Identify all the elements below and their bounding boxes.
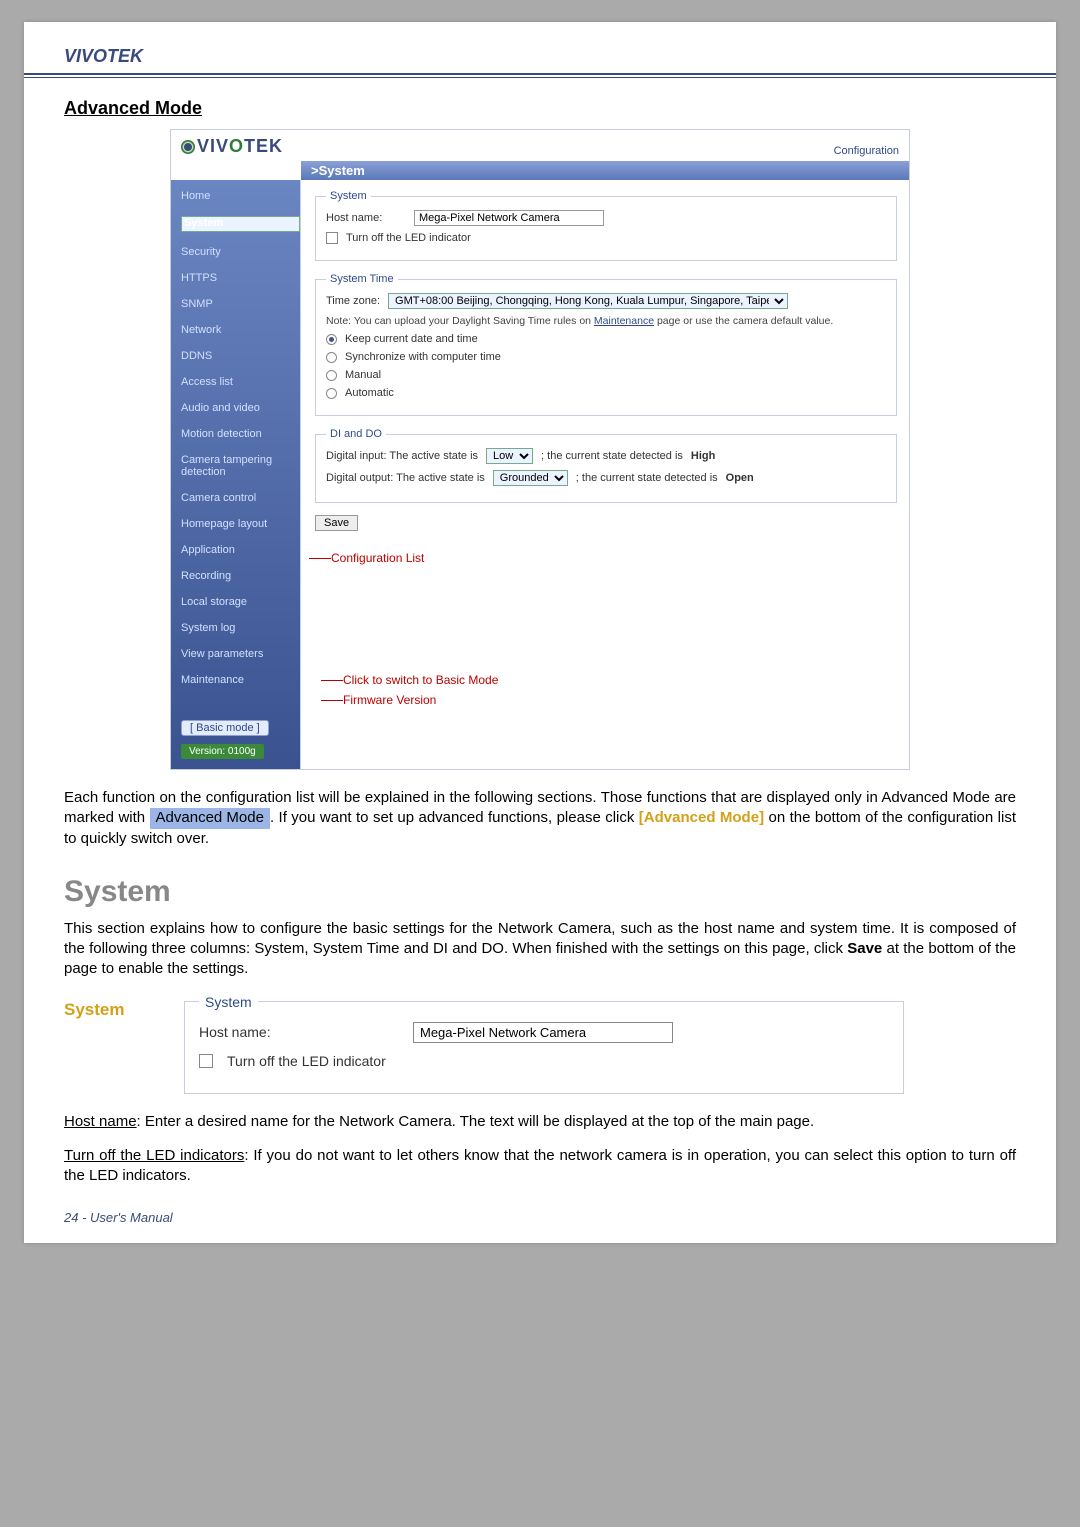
configuration-link[interactable]: Configuration bbox=[834, 145, 899, 157]
config-screenshot: VIVOTEK Configuration >System Home Syste… bbox=[170, 129, 910, 770]
sidebar-item-audio-video[interactable]: Audio and video bbox=[181, 402, 300, 414]
sidebar-item-local-storage[interactable]: Local storage bbox=[181, 596, 300, 608]
dido-fieldset: DI and DO Digital input: The active stat… bbox=[315, 428, 897, 503]
hostname-input-2[interactable] bbox=[413, 1022, 673, 1043]
do-select[interactable]: Grounded bbox=[493, 470, 568, 486]
radio-auto-label: Automatic bbox=[345, 387, 394, 399]
led-label: Turn off the LED indicator bbox=[346, 232, 471, 244]
dst-note-pre: Note: You can upload your Daylight Savin… bbox=[326, 315, 594, 327]
system-panel-legend: System bbox=[199, 994, 258, 1010]
sidebar-item-ddns[interactable]: DDNS bbox=[181, 350, 300, 362]
logo-eye-icon bbox=[181, 140, 195, 154]
di-select[interactable]: Low bbox=[486, 448, 533, 464]
sidebar-item-snmp[interactable]: SNMP bbox=[181, 298, 300, 310]
sidebar-item-home[interactable]: Home bbox=[181, 190, 300, 202]
led-checkbox-2[interactable] bbox=[199, 1054, 213, 1068]
sidebar-item-homepage-layout[interactable]: Homepage layout bbox=[181, 518, 300, 530]
logo-text: VIVOTEK bbox=[197, 136, 283, 157]
led-label-2: Turn off the LED indicator bbox=[227, 1053, 386, 1069]
para-system-desc: This section explains how to configure t… bbox=[64, 919, 1016, 980]
sidebar-item-system[interactable]: System bbox=[181, 216, 300, 232]
system-fieldset: System Host name: Turn off the LED indic… bbox=[315, 190, 897, 261]
tz-label: Time zone: bbox=[326, 295, 380, 307]
para-intro: Each function on the configuration list … bbox=[64, 788, 1016, 849]
annot-firmware: Firmware Version bbox=[343, 693, 436, 707]
sidebar-item-tampering[interactable]: Camera tampering detection bbox=[181, 454, 300, 478]
sidebar-item-maintenance[interactable]: Maintenance bbox=[181, 674, 300, 686]
di-pre: Digital input: The active state is bbox=[326, 450, 478, 462]
system-time-legend: System Time bbox=[326, 273, 398, 285]
maintenance-link[interactable]: Maintenance bbox=[594, 315, 654, 327]
system-title-bar: >System bbox=[301, 161, 909, 180]
basic-mode-button[interactable]: [ Basic mode ] bbox=[181, 720, 269, 736]
tz-select[interactable]: GMT+08:00 Beijing, Chongqing, Hong Kong,… bbox=[388, 293, 788, 309]
advanced-mode-pill: Advanced Mode bbox=[150, 808, 270, 828]
system-legend: System bbox=[326, 190, 371, 202]
brand-header: VIVOTEK bbox=[24, 46, 1056, 75]
radio-auto[interactable] bbox=[326, 388, 337, 399]
annot-basic-mode: Click to switch to Basic Mode bbox=[343, 673, 498, 687]
vivotek-logo: VIVOTEK bbox=[181, 136, 283, 157]
radio-sync-label: Synchronize with computer time bbox=[345, 351, 501, 363]
radio-keep-label: Keep current date and time bbox=[345, 333, 478, 345]
config-sidebar: Home System Security HTTPS SNMP Network … bbox=[171, 180, 301, 769]
hostname-label: Host name: bbox=[326, 212, 406, 224]
para-led: Turn off the LED indicators: If you do n… bbox=[64, 1146, 1016, 1187]
save-button[interactable]: Save bbox=[315, 515, 358, 531]
system-panel: System Host name: Turn off the LED indic… bbox=[184, 994, 904, 1094]
system-heading: System bbox=[64, 875, 1016, 909]
para-hostname: Host name: Enter a desired name for the … bbox=[64, 1112, 1016, 1132]
hostname-label-2: Host name: bbox=[199, 1024, 399, 1040]
config-main: System Host name: Turn off the LED indic… bbox=[301, 180, 909, 769]
radio-manual[interactable] bbox=[326, 370, 337, 381]
system-time-fieldset: System Time Time zone: GMT+08:00 Beijing… bbox=[315, 273, 897, 416]
hostname-input[interactable] bbox=[414, 210, 604, 226]
sidebar-item-recording[interactable]: Recording bbox=[181, 570, 300, 582]
do-pre: Digital output: The active state is bbox=[326, 472, 485, 484]
led-checkbox[interactable] bbox=[326, 232, 338, 244]
sidebar-item-access-list[interactable]: Access list bbox=[181, 376, 300, 388]
dido-legend: DI and DO bbox=[326, 428, 386, 440]
annot-config-list: Configuration List bbox=[331, 551, 424, 565]
do-mid: ; the current state detected is bbox=[576, 472, 718, 484]
sidebar-item-camera-control[interactable]: Camera control bbox=[181, 492, 300, 504]
radio-manual-label: Manual bbox=[345, 369, 381, 381]
sidebar-item-https[interactable]: HTTPS bbox=[181, 272, 300, 284]
do-value: Open bbox=[726, 472, 754, 484]
system-side-label: System bbox=[64, 1000, 184, 1020]
di-mid: ; the current state detected is bbox=[541, 450, 683, 462]
sidebar-item-application[interactable]: Application bbox=[181, 544, 300, 556]
radio-keep[interactable] bbox=[326, 334, 337, 345]
sidebar-item-view-params[interactable]: View parameters bbox=[181, 648, 300, 660]
advanced-mode-heading: Advanced Mode bbox=[64, 98, 1016, 119]
firmware-version-badge: Version: 0100g bbox=[181, 744, 264, 759]
header-rule bbox=[24, 77, 1056, 78]
radio-sync[interactable] bbox=[326, 352, 337, 363]
di-value: High bbox=[691, 450, 715, 462]
sidebar-item-motion[interactable]: Motion detection bbox=[181, 428, 300, 440]
sidebar-item-security[interactable]: Security bbox=[181, 246, 300, 258]
sidebar-item-system-log[interactable]: System log bbox=[181, 622, 300, 634]
advanced-mode-bold: [Advanced Mode] bbox=[639, 809, 764, 826]
dst-note-post: page or use the camera default value. bbox=[654, 315, 833, 327]
page-footer: 24 - User's Manual bbox=[64, 1210, 1016, 1225]
sidebar-item-network[interactable]: Network bbox=[181, 324, 300, 336]
